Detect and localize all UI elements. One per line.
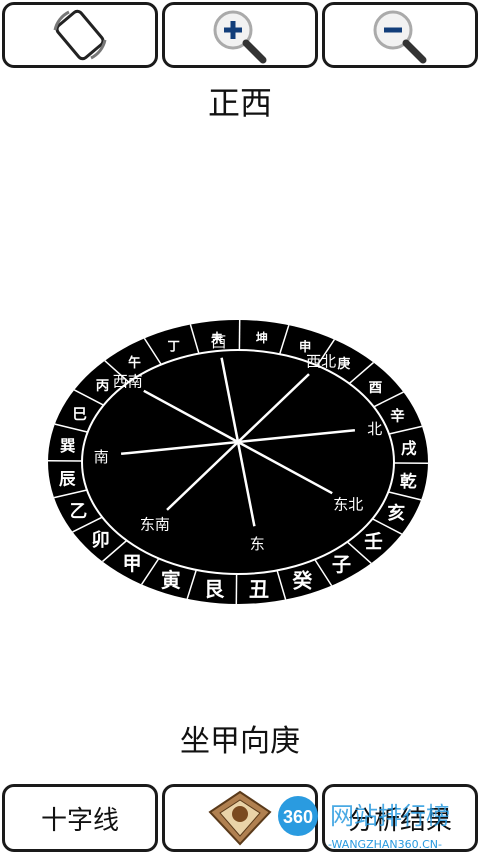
analysis-label: 分析结果 bbox=[348, 800, 452, 837]
rotate-phone-icon bbox=[45, 6, 115, 64]
outer-ring-label: 癸 bbox=[292, 570, 313, 593]
rotate-button[interactable] bbox=[2, 2, 158, 68]
outer-ring-label: 辰 bbox=[59, 470, 76, 489]
inner-direction-label: 西南 bbox=[113, 373, 143, 391]
outer-ring-label: 庚 bbox=[338, 356, 351, 372]
outer-ring-label: 乙 bbox=[70, 502, 88, 522]
inner-direction-label: 西北 bbox=[306, 353, 336, 371]
outer-ring-label: 坤 bbox=[256, 330, 268, 345]
outer-ring-label: 壬 bbox=[364, 532, 383, 553]
outer-ring-label: 酉 bbox=[369, 380, 383, 396]
outer-ring-label: 亥 bbox=[387, 503, 405, 524]
zoom-in-button[interactable] bbox=[162, 2, 318, 68]
inner-direction-label: 东北 bbox=[333, 495, 363, 513]
outer-ring-label: 寅 bbox=[161, 569, 181, 592]
outer-ring-label: 辛 bbox=[390, 407, 405, 425]
crosshair-label: 十字线 bbox=[41, 800, 119, 837]
zoom-out-button[interactable] bbox=[322, 2, 478, 68]
result-text: 坐甲向庚 bbox=[0, 716, 480, 760]
direction-title: 正西 bbox=[0, 78, 480, 124]
inner-direction-label: 西 bbox=[211, 333, 226, 351]
outer-ring-label: 巽 bbox=[60, 437, 76, 455]
zoom-out-magnifier-icon bbox=[365, 6, 435, 64]
outer-ring-label: 丁 bbox=[167, 339, 179, 353]
zoom-in-magnifier-icon bbox=[205, 6, 275, 64]
outer-ring-label: 戌 bbox=[401, 438, 417, 457]
outer-ring-label: 子 bbox=[332, 553, 351, 576]
inner-direction-label: 东南 bbox=[140, 516, 170, 534]
outer-ring-label: 巳 bbox=[72, 406, 86, 423]
compass-mode-button[interactable] bbox=[162, 784, 318, 852]
inner-direction-label: 南 bbox=[94, 448, 109, 466]
analysis-result-button[interactable]: 分析结果 bbox=[322, 784, 478, 852]
inner-direction-label: 东 bbox=[250, 535, 265, 553]
outer-ring-label: 甲 bbox=[123, 552, 142, 575]
crosshair-button[interactable]: 十字线 bbox=[2, 784, 158, 852]
outer-ring-label: 艮 bbox=[204, 577, 225, 601]
compass-dial[interactable]: 丁未坤申庚酉辛戌乾亥壬子癸丑艮寅甲卯乙辰巽巳丙午 北西北西西南南东南东东北 bbox=[40, 320, 440, 620]
outer-ring-label: 丑 bbox=[249, 577, 269, 601]
outer-ring-label: 丙 bbox=[96, 378, 110, 394]
compass-svg: 丁未坤申庚酉辛戌乾亥壬子癸丑艮寅甲卯乙辰巽巳丙午 北西北西西南南东南东东北 bbox=[40, 320, 440, 620]
outer-ring-label: 卯 bbox=[91, 530, 109, 551]
outer-ring-label: 乾 bbox=[400, 471, 417, 491]
luopan-compass-icon bbox=[208, 790, 272, 846]
inner-direction-label: 北 bbox=[367, 420, 382, 438]
outer-ring-label: 午 bbox=[128, 355, 141, 371]
